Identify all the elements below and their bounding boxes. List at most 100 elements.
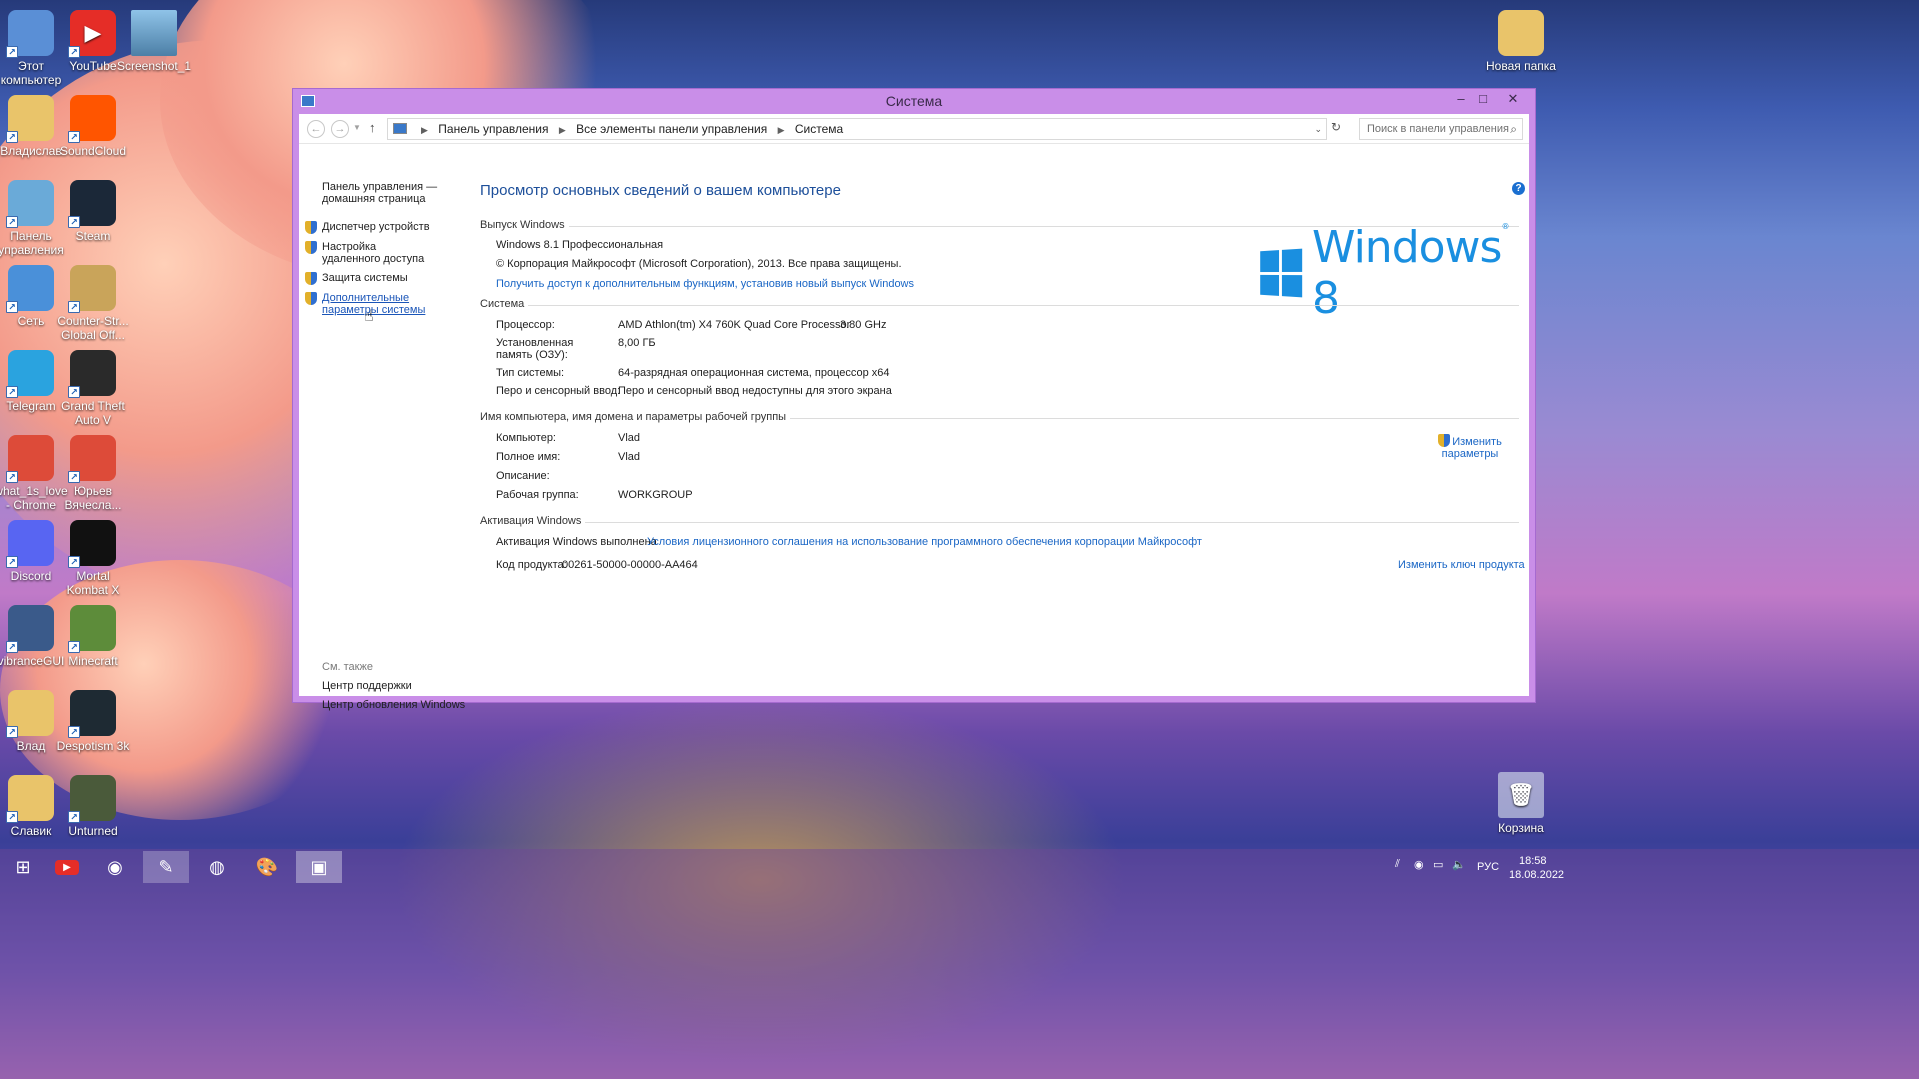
desktop-icon[interactable]: ↗ Grand Theft Auto V — [56, 344, 130, 427]
chrome-icon: ↗ — [6, 435, 54, 483]
chevron-right-icon[interactable]: ▶ — [559, 125, 566, 135]
monitor-icon[interactable]: ▭ — [1433, 858, 1443, 871]
youtube-icon[interactable]: ▶ — [44, 851, 90, 883]
mortal-kombat-icon: ↗ — [68, 520, 116, 568]
steam-icon[interactable]: ◉ — [92, 851, 138, 883]
desktop-icon[interactable]: ↗ Unturned — [56, 769, 130, 838]
control-panel-home-link[interactable]: Панель управления — домашняя страница — [322, 181, 452, 205]
desktop-icon[interactable]: ↗ Minecraft — [56, 599, 130, 668]
up-button[interactable]: ↑ — [369, 120, 376, 135]
shortcut-arrow-icon: ↗ — [6, 46, 18, 58]
youtube-icon: ▶ ↗ — [68, 10, 116, 58]
minecraft-icon: ↗ — [68, 605, 116, 653]
window-client: ← → ▼ ↑ ▶ Панель управления ▶ Все элемен… — [299, 114, 1529, 711]
change-settings-link[interactable]: Изменить параметры — [1430, 432, 1510, 460]
shortcut-arrow-icon: ↗ — [6, 556, 18, 568]
change-product-key-link[interactable]: Изменить ключ продукта — [1398, 559, 1525, 571]
breadcrumb-item[interactable]: Система — [795, 122, 843, 136]
desktop-icon[interactable]: ↗ Mortal Kombat X — [56, 514, 130, 597]
start-icon[interactable]: ⊞ — [0, 851, 46, 883]
chrome-icon[interactable]: ◍ — [194, 851, 240, 883]
chevron-right-icon[interactable]: ▶ — [421, 125, 428, 135]
desktop-icon-new-folder[interactable]: Новая папка — [1484, 4, 1558, 73]
description-label: Описание: — [496, 470, 550, 482]
title-bar[interactable]: Система – □ ✕ — [293, 89, 1535, 113]
full-name-value: Vlad — [618, 451, 641, 463]
windows-flag-icon — [1260, 248, 1303, 298]
folder-icon: ↗ — [6, 690, 54, 738]
desktop-icon[interactable]: ↗ SoundCloud — [56, 89, 130, 158]
forward-button[interactable]: → — [331, 120, 349, 138]
desktop-icon[interactable]: ↗ Counter-Str... Global Off... — [56, 259, 130, 342]
gear-icon: ↗ — [6, 605, 54, 653]
upgrade-link[interactable]: Получить доступ к дополнительным функция… — [496, 278, 914, 290]
task-label: Диспетчер устройств — [322, 221, 430, 233]
desktop-icon-label: Unturned — [68, 824, 118, 838]
paint-icon[interactable]: 🎨 — [244, 851, 290, 883]
search-input[interactable]: Поиск в панели управления ⌕ — [1359, 118, 1523, 140]
network-icon[interactable]: ⫽ — [1395, 858, 1400, 871]
close-button[interactable]: ✕ — [1499, 89, 1527, 109]
desktop-icon[interactable]: ↗ Юрьев Вячесла... — [56, 429, 130, 512]
user-folder-icon: ↗ — [6, 95, 54, 143]
language-indicator[interactable]: РУС — [1477, 861, 1499, 873]
breadcrumb[interactable]: ▶ Панель управления ▶ Все элементы панел… — [387, 118, 1327, 140]
remote-settings-link[interactable]: Настройка удаленного доступа — [305, 241, 437, 265]
search-icon[interactable]: ⌕ — [1510, 119, 1517, 139]
computer-label: Компьютер: — [496, 432, 556, 444]
volume-icon[interactable]: 🔈 — [1452, 858, 1466, 871]
telegram-icon: ↗ — [6, 350, 54, 398]
desktop-icon[interactable]: ↗ Steam — [56, 174, 130, 243]
license-terms-link[interactable]: Условия лицензионного соглашения на испо… — [647, 536, 1202, 548]
processor-label: Процессор: — [496, 319, 555, 331]
unturned-icon: ↗ — [68, 775, 116, 823]
activation-status: Активация Windows выполнена — [496, 536, 657, 548]
section-heading: Выпуск Windows — [480, 219, 569, 231]
desktop-icon-label: Screenshot_1 — [117, 59, 192, 73]
computer-value: Vlad — [618, 432, 641, 444]
ram-label: Установленная память (ОЗУ): — [496, 337, 574, 361]
desktop-icon-recycle-bin[interactable]: 🗑 Корзина — [1484, 766, 1558, 835]
window-title: Система — [885, 93, 943, 109]
desktop-icon[interactable]: ↗ Despotism 3k — [56, 684, 130, 753]
breadcrumb-item[interactable]: Панель управления — [438, 122, 548, 136]
breadcrumb-item[interactable]: Все элементы панели управления — [576, 122, 767, 136]
clock-date[interactable]: 18.08.2022 — [1509, 869, 1564, 881]
desktop-icon-label: Корзина — [1498, 821, 1544, 835]
control-panel-icon — [393, 123, 407, 134]
workgroup-label: Рабочая группа: — [496, 489, 579, 501]
control-panel-icon[interactable]: ▣ — [296, 851, 342, 883]
shortcut-arrow-icon: ↗ — [6, 641, 18, 653]
discord-icon: ↗ — [6, 520, 54, 568]
steam-tray-icon[interactable]: ◉ — [1414, 858, 1424, 871]
ram-value: 8,00 ГБ — [618, 337, 656, 349]
notepad-icon[interactable]: ✎ — [143, 851, 189, 883]
help-icon[interactable]: ? — [1512, 182, 1525, 195]
recent-dropdown-icon[interactable]: ▼ — [353, 123, 361, 132]
shortcut-arrow-icon: ↗ — [68, 556, 80, 568]
processor-speed: 3.80 GHz — [840, 319, 887, 331]
shield-icon — [305, 241, 317, 254]
section-heading: Имя компьютера, имя домена и параметры р… — [480, 411, 791, 423]
maximize-button[interactable]: □ — [1469, 89, 1497, 109]
change-settings-label: Изменить параметры — [1441, 436, 1502, 460]
control-panel-icon: ↗ — [6, 180, 54, 228]
desktop-icon-screenshot[interactable]: Screenshot_1 — [117, 4, 191, 73]
advanced-system-settings-link[interactable]: Дополнительные параметры системы — [305, 292, 460, 316]
windows-update-link[interactable]: Центр обновления Windows — [322, 699, 465, 711]
taskbar — [0, 849, 1919, 1079]
system-protection-link[interactable]: Защита системы — [305, 272, 462, 285]
section-heading: Активация Windows — [480, 515, 586, 527]
refresh-button[interactable]: ↻ — [1331, 120, 1341, 134]
pen-touch-value: Перо и сенсорный ввод недоступны для это… — [618, 385, 892, 397]
chevron-right-icon[interactable]: ▶ — [778, 125, 785, 135]
back-button[interactable]: ← — [307, 120, 325, 138]
steam-icon: ↗ — [68, 180, 116, 228]
shortcut-arrow-icon: ↗ — [6, 216, 18, 228]
action-center-link[interactable]: Центр поддержки — [322, 680, 412, 692]
chevron-down-icon[interactable]: ⌄ — [1314, 119, 1322, 139]
clock-time[interactable]: 18:58 — [1519, 855, 1547, 867]
shortcut-arrow-icon: ↗ — [68, 216, 80, 228]
workgroup-value: WORKGROUP — [618, 489, 693, 501]
device-manager-link[interactable]: Диспетчер устройств — [305, 221, 462, 234]
